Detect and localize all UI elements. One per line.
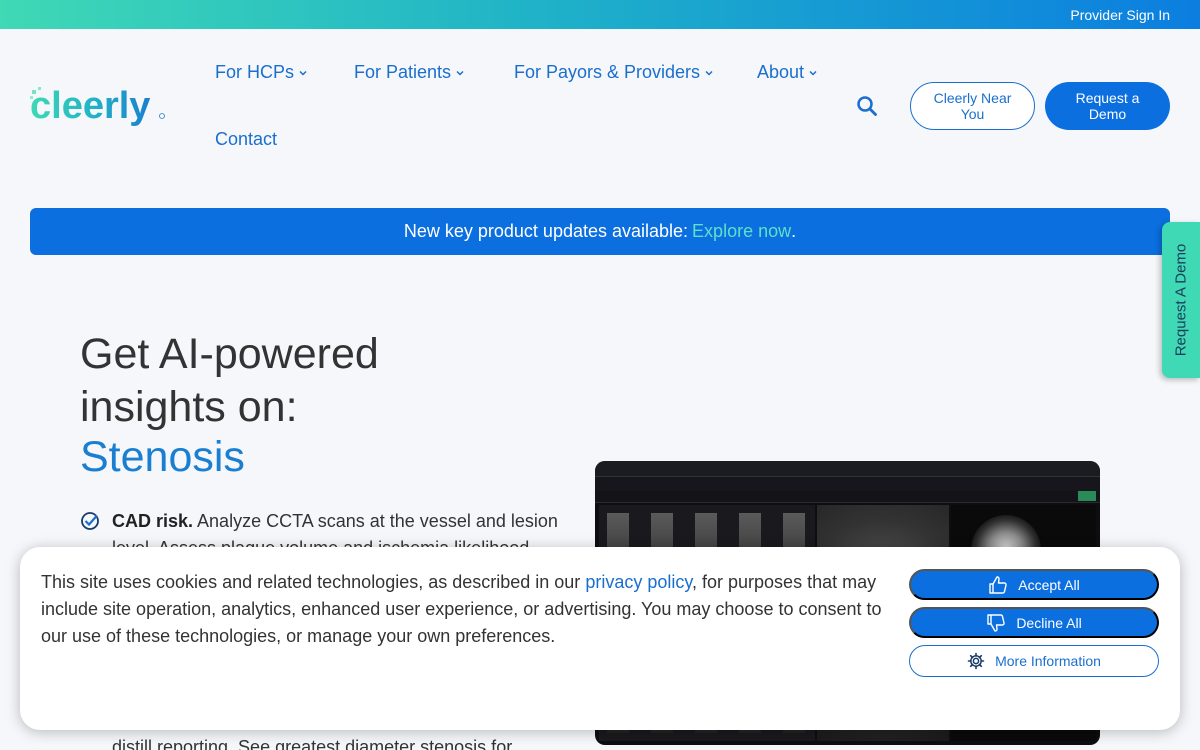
gear-icon bbox=[967, 652, 985, 670]
cookie-text: This site uses cookies and related techn… bbox=[41, 572, 586, 592]
nav-about[interactable]: About bbox=[757, 62, 818, 83]
feature-item: distill reporting. See greatest diameter… bbox=[112, 737, 513, 750]
search-icon[interactable] bbox=[856, 95, 878, 117]
request-demo-button[interactable]: Request a Demo bbox=[1045, 82, 1170, 130]
screenshot-toolbar bbox=[595, 477, 1100, 491]
accept-all-button[interactable]: Accept All bbox=[909, 569, 1159, 600]
nav-for-payors-providers-label: For Payors & Providers bbox=[514, 62, 701, 82]
hero-title: Get AI-powered insights on: bbox=[80, 330, 379, 431]
decline-all-label: Decline All bbox=[1016, 614, 1082, 631]
check-circle-icon bbox=[81, 512, 99, 530]
svg-text:cleerly: cleerly bbox=[30, 86, 150, 127]
side-tab-label: Request A Demo bbox=[1172, 243, 1190, 357]
accept-all-label: Accept All bbox=[1018, 576, 1080, 593]
screenshot-accent bbox=[1078, 491, 1096, 501]
provider-sign-in-link[interactable]: Provider Sign In bbox=[1070, 7, 1170, 23]
chevron-down-icon bbox=[456, 70, 464, 76]
nav-for-hcps[interactable]: For HCPs bbox=[215, 62, 308, 83]
screenshot-toolbar bbox=[595, 461, 1100, 477]
nav-contact[interactable]: Contact bbox=[215, 129, 277, 150]
cleerly-logo[interactable]: cleerly bbox=[30, 86, 166, 128]
nav-for-payors-providers[interactable]: For Payors & Providers bbox=[514, 62, 714, 83]
explore-now-link[interactable]: Explore now bbox=[692, 221, 791, 242]
cleerly-near-you-button[interactable]: Cleerly Near You bbox=[910, 82, 1035, 130]
nav-contact-label: Contact bbox=[215, 129, 278, 149]
nav-for-patients-label: For Patients bbox=[354, 62, 452, 82]
hero-accent: Stenosis bbox=[80, 433, 245, 481]
chevron-down-icon bbox=[809, 70, 817, 76]
screenshot-toolbar bbox=[595, 491, 1100, 503]
nav-for-hcps-label: For HCPs bbox=[215, 62, 295, 82]
banner-suffix: . bbox=[791, 221, 797, 241]
banner-text: New key product updates available: bbox=[403, 221, 689, 241]
product-update-banner: New key product updates available: Explo… bbox=[30, 208, 1170, 255]
nav-for-patients[interactable]: For Patients bbox=[354, 62, 465, 83]
cookie-message: This site uses cookies and related techn… bbox=[41, 569, 891, 650]
decline-all-button[interactable]: Decline All bbox=[909, 607, 1159, 638]
more-information-label: More Information bbox=[995, 653, 1101, 669]
privacy-policy-link[interactable]: privacy policy bbox=[585, 572, 692, 592]
top-bar: Provider Sign In bbox=[0, 0, 1200, 29]
thumbs-up-icon bbox=[989, 575, 1007, 594]
request-demo-side-tab[interactable]: Request A Demo bbox=[1162, 222, 1200, 378]
thumbs-down-icon bbox=[987, 613, 1006, 632]
nav-about-label: About bbox=[757, 62, 805, 82]
chevron-down-icon bbox=[299, 70, 307, 76]
more-information-button[interactable]: More Information bbox=[909, 645, 1159, 677]
chevron-down-icon bbox=[705, 70, 713, 76]
cookie-consent-dialog: This site uses cookies and related techn… bbox=[20, 547, 1180, 730]
feature-bold: CAD risk. bbox=[112, 511, 194, 531]
